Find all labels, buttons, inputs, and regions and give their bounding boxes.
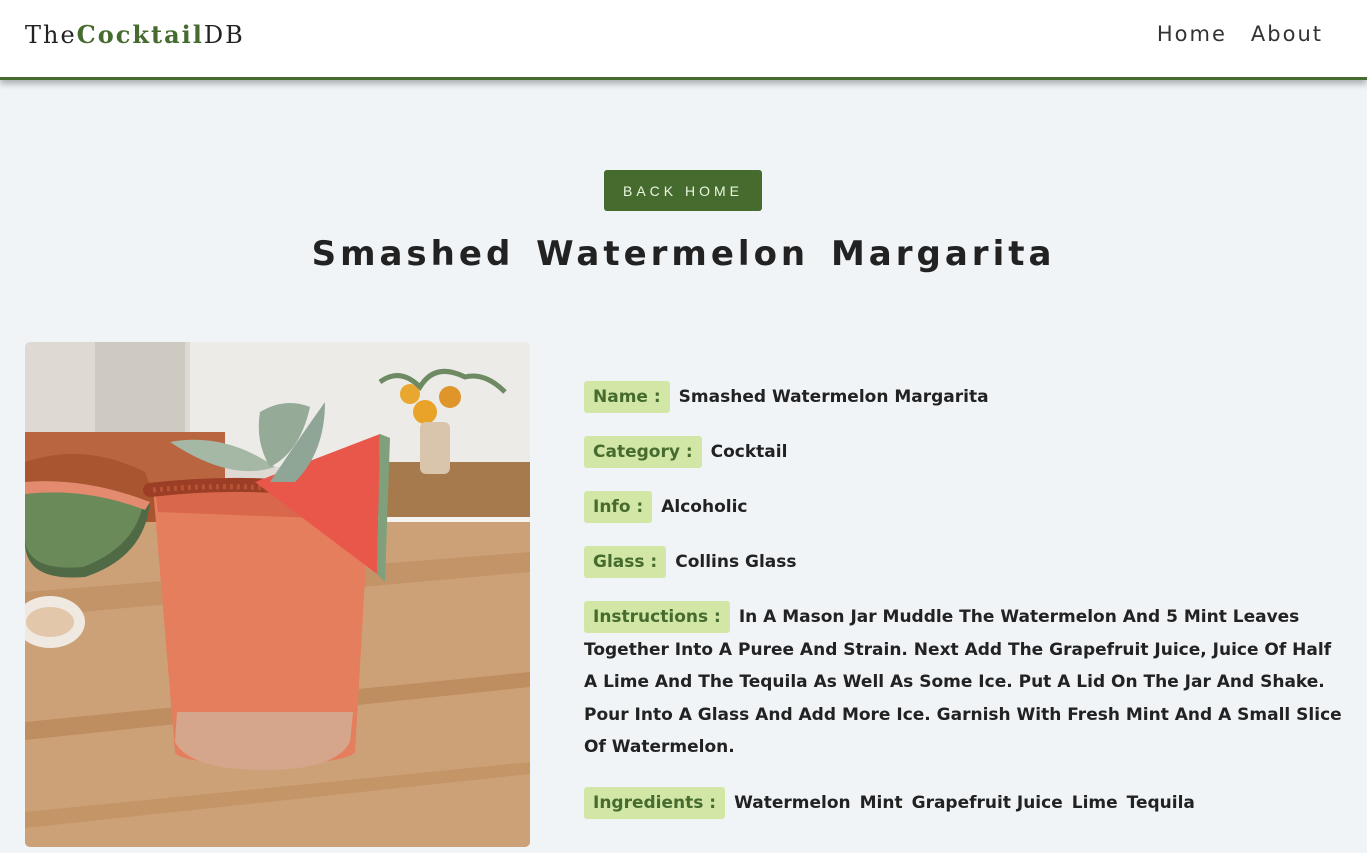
logo[interactable]: TheCocktailDB (25, 20, 245, 49)
navbar: TheCocktailDB Home About (0, 0, 1367, 80)
detail-row-name: Name : Smashed Watermelon Margarita (584, 381, 1344, 413)
nav-link-home[interactable]: Home (1157, 22, 1227, 46)
nav-link-about[interactable]: About (1251, 22, 1323, 46)
back-home-button[interactable]: BACK HOME (604, 170, 762, 211)
ingredient-item: Grapefruit Juice (911, 792, 1063, 813)
logo-middle: Cocktail (76, 20, 204, 49)
logo-suffix: DB (203, 21, 245, 49)
page-title: Smashed Watermelon Margarita (311, 234, 1056, 274)
ingredient-item: Mint (859, 792, 903, 813)
info-value: Alcoholic (661, 497, 748, 517)
category-label: Category : (584, 436, 702, 468)
glass-label: Glass : (584, 546, 667, 578)
ingredients-label: Ingredients : (584, 786, 726, 819)
detail-row-category: Category : Cocktail (584, 436, 1344, 468)
category-value: Cocktail (710, 442, 788, 462)
cocktail-details: Name : Smashed Watermelon Margarita Categ… (584, 381, 1344, 842)
logo-prefix: The (25, 21, 77, 49)
cocktail-photo (25, 342, 530, 847)
cocktail-photo-illustration (25, 342, 530, 847)
detail-row-instructions: Instructions : In A Mason Jar Muddle The … (584, 601, 1344, 764)
nav-links: Home About (1157, 22, 1323, 46)
detail-row-glass: Glass : Collins Glass (584, 546, 1344, 578)
instructions-label: Instructions : (584, 601, 730, 633)
detail-row-ingredients: Ingredients : Watermelon Mint Grapefruit Ju… (584, 786, 1344, 819)
name-label: Name : (584, 381, 670, 413)
ingredient-item: Lime (1071, 792, 1118, 813)
ingredient-item: Tequila (1126, 792, 1195, 813)
info-label: Info : (584, 491, 653, 523)
glass-value: Collins Glass (675, 552, 797, 572)
detail-row-info: Info : Alcoholic (584, 491, 1344, 523)
name-value: Smashed Watermelon Margarita (678, 387, 989, 407)
ingredient-item: Watermelon (734, 792, 851, 813)
